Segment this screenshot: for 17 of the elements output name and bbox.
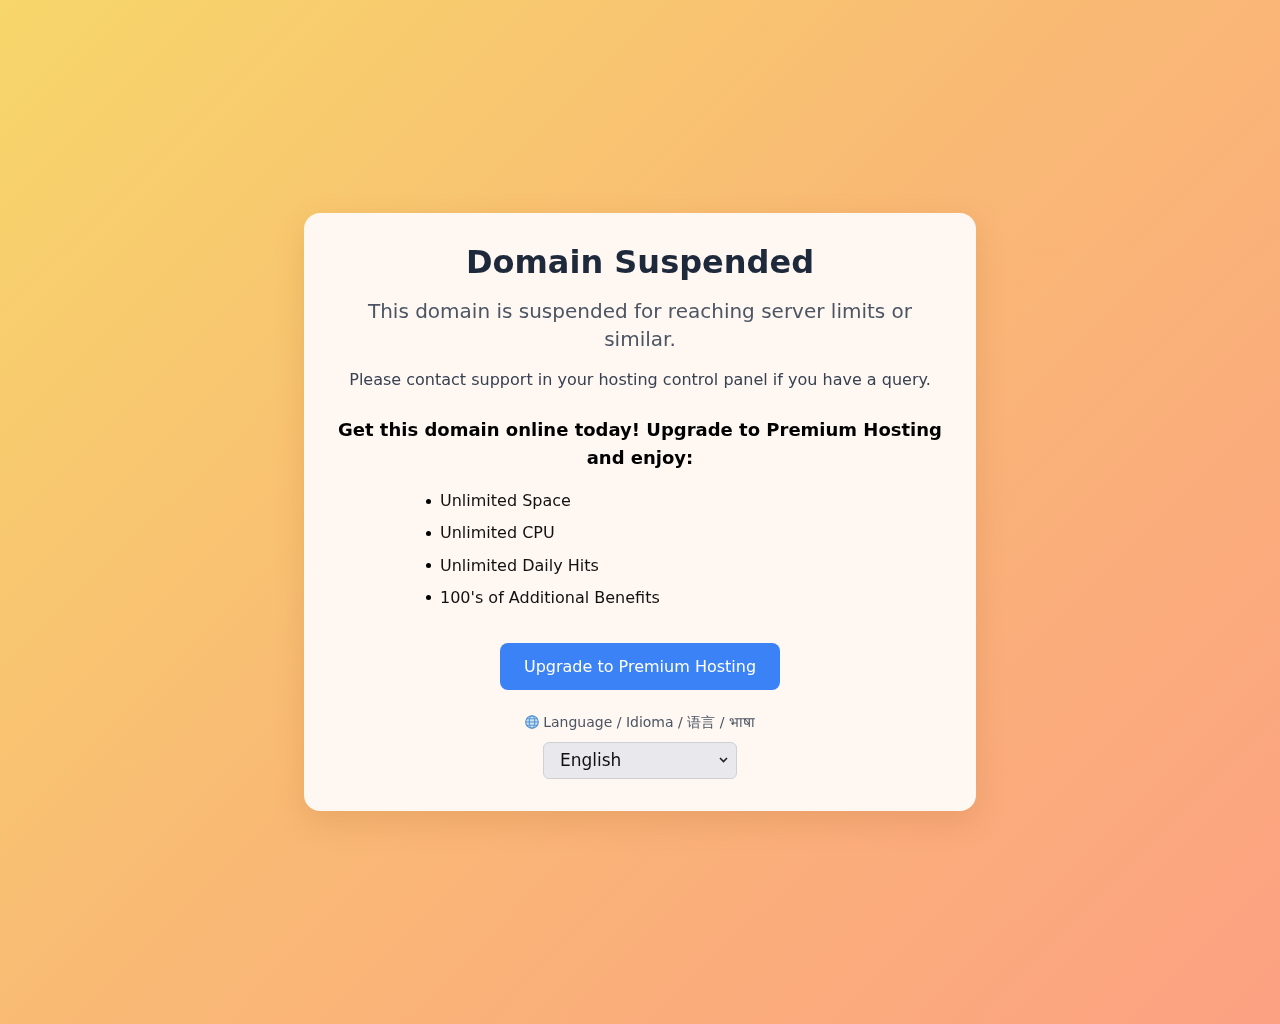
benefit-item: Unlimited Space [440, 490, 571, 513]
bullet-icon [426, 595, 431, 601]
language-select[interactable]: English [543, 741, 737, 779]
chevron-down-icon [719, 757, 728, 764]
page-title: Domain Suspended [465, 243, 815, 282]
upgrade-button[interactable]: Upgrade to Premium Hosting [499, 642, 781, 690]
benefit-item: Unlimited Daily Hits [440, 554, 599, 577]
globe-icon [525, 714, 540, 729]
language-label: Language / Idioma / 语言 / भाषा [543, 712, 755, 732]
suspension-message: This domain is suspended for reaching server limits or similar. [366, 298, 914, 354]
bullet-icon [426, 563, 431, 569]
bullet-icon [426, 530, 431, 536]
benefit-item: Unlimited CPU [440, 522, 555, 545]
offer-heading: Get this domain online today! Upgrade to Premium Hosting and enjoy: [337, 418, 943, 471]
support-note: Please contact support in your hosting control panel if you have a query. [349, 369, 931, 392]
bullet-icon [426, 498, 431, 504]
benefit-item: 100's of Additional Benefits [440, 586, 660, 609]
